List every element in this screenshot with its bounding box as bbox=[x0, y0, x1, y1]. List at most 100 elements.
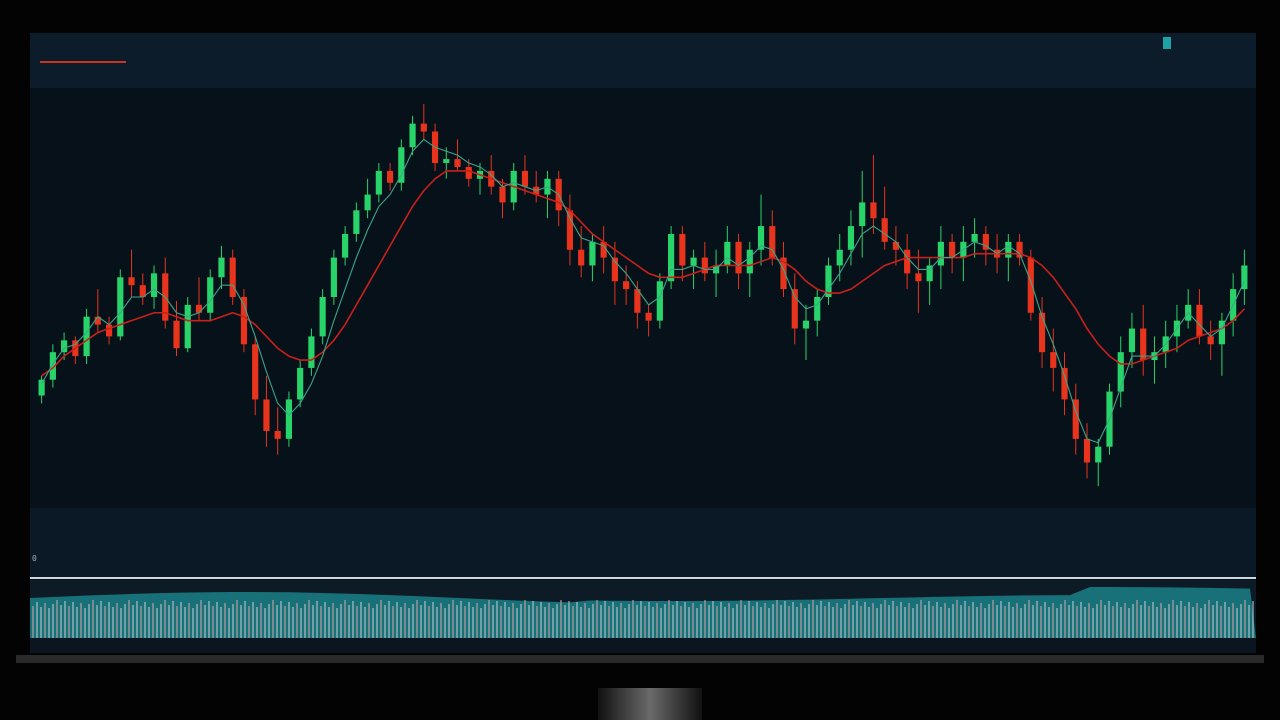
volume-bar bbox=[1192, 607, 1194, 638]
volume-bar bbox=[468, 602, 470, 638]
volume-bar bbox=[792, 602, 794, 638]
volume-bar bbox=[412, 604, 414, 638]
candle-up bbox=[1128, 312, 1136, 368]
volume-bar bbox=[576, 602, 578, 638]
volume-bar bbox=[980, 603, 982, 638]
volume-bar bbox=[292, 607, 294, 638]
volume-bar bbox=[552, 608, 554, 638]
volume-bar bbox=[100, 601, 102, 638]
candle-down bbox=[105, 316, 113, 345]
volume-bar bbox=[1088, 603, 1090, 638]
volume-bar bbox=[1056, 608, 1058, 638]
volume-bar bbox=[432, 602, 434, 638]
candle-body bbox=[263, 399, 270, 431]
volume-bar bbox=[184, 607, 186, 638]
volume-bar bbox=[676, 601, 678, 638]
candle-body bbox=[150, 273, 158, 297]
volume-bar bbox=[712, 601, 714, 638]
volume-bar bbox=[660, 608, 662, 638]
candle-down bbox=[1027, 249, 1034, 321]
volume-bar bbox=[856, 601, 858, 638]
volume-bar bbox=[828, 602, 830, 638]
candle-down bbox=[679, 226, 686, 282]
candle-down bbox=[240, 289, 248, 353]
volume-bar bbox=[1196, 603, 1198, 638]
volume-bar bbox=[368, 603, 370, 638]
info-badge[interactable] bbox=[1163, 37, 1171, 49]
volume-bar bbox=[1068, 605, 1070, 638]
volume-bar bbox=[180, 602, 182, 638]
volume-bar bbox=[404, 603, 406, 638]
candle-body bbox=[274, 430, 281, 439]
volume-bar bbox=[852, 605, 854, 638]
volume-bar bbox=[932, 606, 934, 638]
candle-body bbox=[971, 233, 978, 242]
volume-bar bbox=[316, 601, 318, 638]
candle-down bbox=[229, 249, 236, 305]
volume-bar bbox=[1124, 603, 1126, 638]
volume-bar bbox=[844, 604, 846, 638]
candle-body bbox=[128, 277, 135, 286]
volume-bar bbox=[1116, 602, 1118, 638]
candle-body bbox=[1095, 446, 1102, 463]
volume-bar bbox=[704, 600, 706, 638]
volume-bar bbox=[104, 606, 106, 638]
volume-bar bbox=[820, 601, 822, 638]
candle-body bbox=[443, 159, 450, 164]
panel-separator[interactable] bbox=[30, 577, 1256, 579]
volume-bar bbox=[528, 605, 530, 638]
volume-bar bbox=[896, 606, 898, 638]
volume-bar bbox=[624, 608, 626, 638]
volume-bar bbox=[128, 600, 130, 638]
candle-up bbox=[1218, 312, 1225, 376]
volume-bar bbox=[1160, 603, 1162, 638]
info-row bbox=[1092, 37, 1242, 49]
volume-bar bbox=[500, 606, 502, 638]
candle-body bbox=[746, 249, 753, 274]
volume-bar bbox=[252, 602, 254, 638]
volume-bar bbox=[768, 608, 770, 638]
volume-bar bbox=[1000, 601, 1002, 638]
candle-body bbox=[398, 147, 405, 183]
candle-body bbox=[184, 304, 191, 349]
candle-body bbox=[836, 249, 843, 266]
volume-bar bbox=[1120, 607, 1122, 638]
volume-bar bbox=[188, 603, 190, 638]
candle-up bbox=[802, 304, 810, 361]
candle-down bbox=[521, 155, 529, 195]
volume-bar bbox=[208, 601, 210, 638]
candle-up bbox=[1185, 289, 1192, 329]
volume-bar bbox=[816, 605, 818, 638]
candle-down bbox=[904, 233, 911, 290]
volume-bar bbox=[648, 602, 650, 638]
volume-bar bbox=[344, 600, 346, 638]
volume-bar bbox=[388, 601, 390, 638]
candle-down bbox=[870, 155, 877, 234]
volume-bar bbox=[600, 605, 602, 638]
volume-bar bbox=[812, 600, 814, 638]
candle-down bbox=[1140, 304, 1147, 376]
volume-bar bbox=[588, 608, 590, 638]
volume-bar bbox=[848, 600, 850, 638]
volume-bar bbox=[428, 606, 430, 638]
volume-bar bbox=[488, 600, 490, 638]
volume-bar bbox=[904, 607, 906, 638]
candle-down bbox=[1038, 297, 1046, 368]
volume-bar bbox=[920, 600, 922, 638]
candle-body bbox=[656, 281, 663, 321]
volume-bar bbox=[628, 604, 630, 638]
volume-bar bbox=[656, 603, 658, 638]
volume-bar bbox=[936, 602, 938, 638]
volume-bar bbox=[1232, 603, 1234, 638]
volume-bar bbox=[436, 607, 438, 638]
price-plot-area[interactable] bbox=[30, 88, 1256, 508]
volume-bar bbox=[1100, 600, 1102, 638]
volume-bar bbox=[132, 605, 134, 638]
volume-bar bbox=[1024, 604, 1026, 638]
candle-down bbox=[1083, 423, 1091, 479]
volume-bar bbox=[460, 601, 462, 638]
active-symbol-underline bbox=[40, 61, 126, 63]
candle-up bbox=[330, 249, 337, 305]
volume-bar bbox=[752, 606, 754, 638]
candle-body bbox=[353, 210, 360, 234]
